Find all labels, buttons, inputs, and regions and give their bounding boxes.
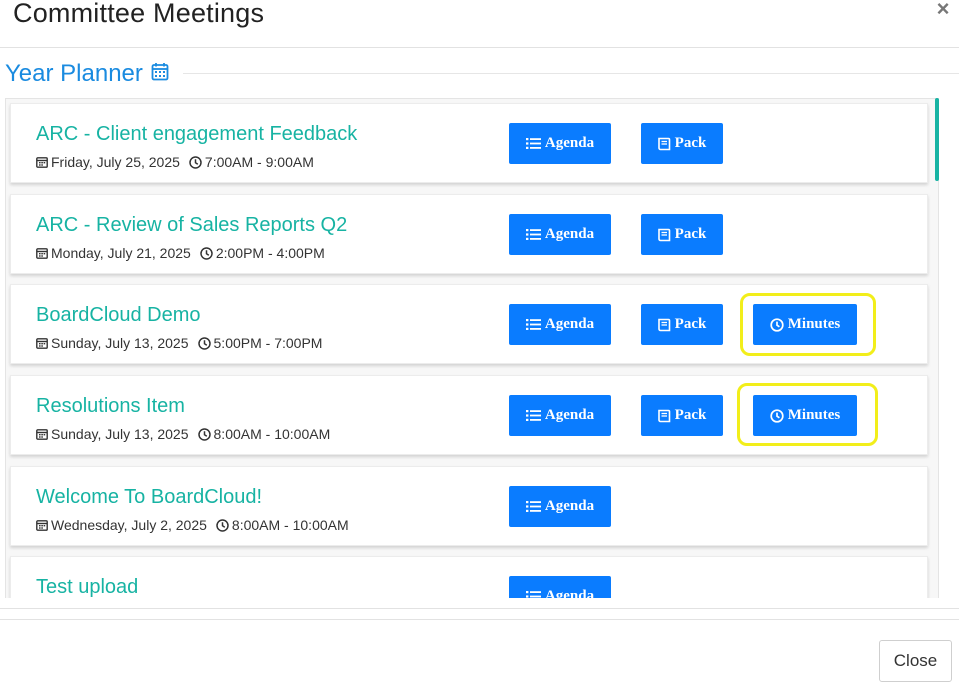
- scrollbar-thumb[interactable]: [935, 98, 939, 181]
- pack-button-label: Pack: [674, 135, 707, 151]
- meeting-title[interactable]: ARC - Review of Sales Reports Q2: [36, 214, 347, 237]
- agenda-button[interactable]: Agenda: [509, 576, 611, 598]
- clock-icon: [197, 336, 211, 350]
- clock-icon: [770, 408, 784, 423]
- clock-icon: [197, 427, 211, 441]
- footer-divider: [0, 608, 959, 609]
- agenda-button[interactable]: Agenda: [509, 123, 611, 164]
- meeting-card: ARC - Review of Sales Reports Q2 Monday,…: [10, 194, 928, 274]
- meeting-datetime: Monday, July 21, 2025 2:00PM - 4:00PM: [36, 245, 325, 261]
- agenda-button-label: Agenda: [544, 316, 595, 332]
- list-icon: [525, 409, 541, 422]
- meeting-date: Friday, July 25, 2025: [51, 154, 180, 170]
- book-icon: [657, 228, 671, 242]
- meeting-datetime: Friday, July 25, 2025 7:00AM - 9:00AM: [36, 154, 314, 170]
- meeting-time: 5:00PM - 7:00PM: [213, 335, 323, 351]
- pack-button-label: Pack: [674, 316, 707, 332]
- clock-icon: [770, 317, 784, 332]
- list-icon: [525, 590, 541, 598]
- meeting-date: Sunday, July 13, 2025: [51, 426, 189, 442]
- calendar-small-icon: [36, 519, 48, 531]
- agenda-button-label: Agenda: [544, 588, 595, 598]
- modal-title: Committee Meetings: [13, 0, 265, 28]
- calendar-icon[interactable]: [151, 60, 169, 88]
- meeting-time: 8:00AM - 10:00AM: [231, 517, 349, 533]
- meeting-card: BoardCloud Demo Sunday, July 13, 2025 5:…: [10, 284, 928, 364]
- meeting-time: 7:00AM - 9:00AM: [204, 154, 314, 170]
- agenda-button[interactable]: Agenda: [509, 214, 611, 255]
- section-divider: [183, 73, 959, 74]
- meetings-scroll-area[interactable]: ARC - Client engagement Feedback Friday,…: [0, 94, 959, 598]
- pack-button[interactable]: Pack: [641, 395, 723, 436]
- list-icon: [525, 318, 541, 331]
- agenda-button-label: Agenda: [544, 135, 595, 151]
- pack-button[interactable]: Pack: [641, 123, 723, 164]
- meeting-date: Wednesday, July 2, 2025: [51, 517, 207, 533]
- meeting-datetime: Wednesday, July 2, 2025 8:00AM - 10:00AM: [36, 517, 349, 533]
- meeting-date: Monday, July 21, 2025: [51, 245, 191, 261]
- meeting-title[interactable]: ARC - Client engagement Feedback: [36, 123, 357, 146]
- calendar-small-icon: [36, 247, 48, 259]
- agenda-button[interactable]: Agenda: [509, 304, 611, 345]
- pack-button-label: Pack: [674, 226, 707, 242]
- calendar-small-icon: [36, 337, 48, 349]
- calendar-small-icon: [36, 156, 48, 168]
- meeting-title[interactable]: Test upload: [36, 576, 138, 598]
- agenda-button-label: Agenda: [544, 498, 595, 514]
- year-planner-title: Year Planner: [5, 60, 143, 87]
- book-icon: [657, 137, 671, 151]
- meeting-card: Test upload Agenda: [10, 556, 928, 598]
- meeting-card: Welcome To BoardCloud! Wednesday, July 2…: [10, 466, 928, 546]
- meeting-datetime: Sunday, July 13, 2025 5:00PM - 7:00PM: [36, 335, 322, 351]
- calendar-small-icon: [36, 428, 48, 440]
- agenda-button[interactable]: Agenda: [509, 395, 611, 436]
- agenda-button-label: Agenda: [544, 407, 595, 423]
- meeting-time: 2:00PM - 4:00PM: [215, 245, 325, 261]
- meeting-card: ARC - Client engagement Feedback Friday,…: [10, 103, 928, 183]
- clock-icon: [200, 246, 213, 260]
- book-icon: [657, 409, 671, 423]
- section-title-group: Year Planner: [5, 60, 169, 88]
- list-icon: [525, 228, 541, 241]
- agenda-button[interactable]: Agenda: [509, 486, 611, 527]
- list-icon: [525, 500, 541, 513]
- meeting-title[interactable]: BoardCloud Demo: [36, 304, 201, 327]
- meeting-date: Sunday, July 13, 2025: [51, 335, 189, 351]
- header-divider: [0, 47, 959, 48]
- minutes-button[interactable]: Minutes: [753, 304, 857, 345]
- agenda-button-label: Agenda: [544, 226, 595, 242]
- meeting-title[interactable]: Resolutions Item: [36, 395, 185, 418]
- meeting-time: 8:00AM - 10:00AM: [213, 426, 331, 442]
- list-icon: [525, 137, 541, 150]
- meeting-card: Resolutions Item Sunday, July 13, 2025 8…: [10, 375, 928, 455]
- minutes-button-label: Minutes: [787, 316, 841, 332]
- meeting-datetime: Sunday, July 13, 2025 8:00AM - 10:00AM: [36, 426, 330, 442]
- clock-icon: [216, 518, 229, 532]
- clock-icon: [189, 155, 202, 169]
- footer-divider: [0, 619, 959, 620]
- minutes-button-label: Minutes: [787, 407, 841, 423]
- pack-button[interactable]: Pack: [641, 304, 723, 345]
- close-icon[interactable]: ×: [932, 0, 954, 20]
- meeting-title[interactable]: Welcome To BoardCloud!: [36, 486, 262, 509]
- book-icon: [657, 318, 671, 332]
- pack-button-label: Pack: [674, 407, 707, 423]
- close-button[interactable]: Close: [879, 640, 952, 682]
- minutes-button[interactable]: Minutes: [753, 395, 857, 436]
- pack-button[interactable]: Pack: [641, 214, 723, 255]
